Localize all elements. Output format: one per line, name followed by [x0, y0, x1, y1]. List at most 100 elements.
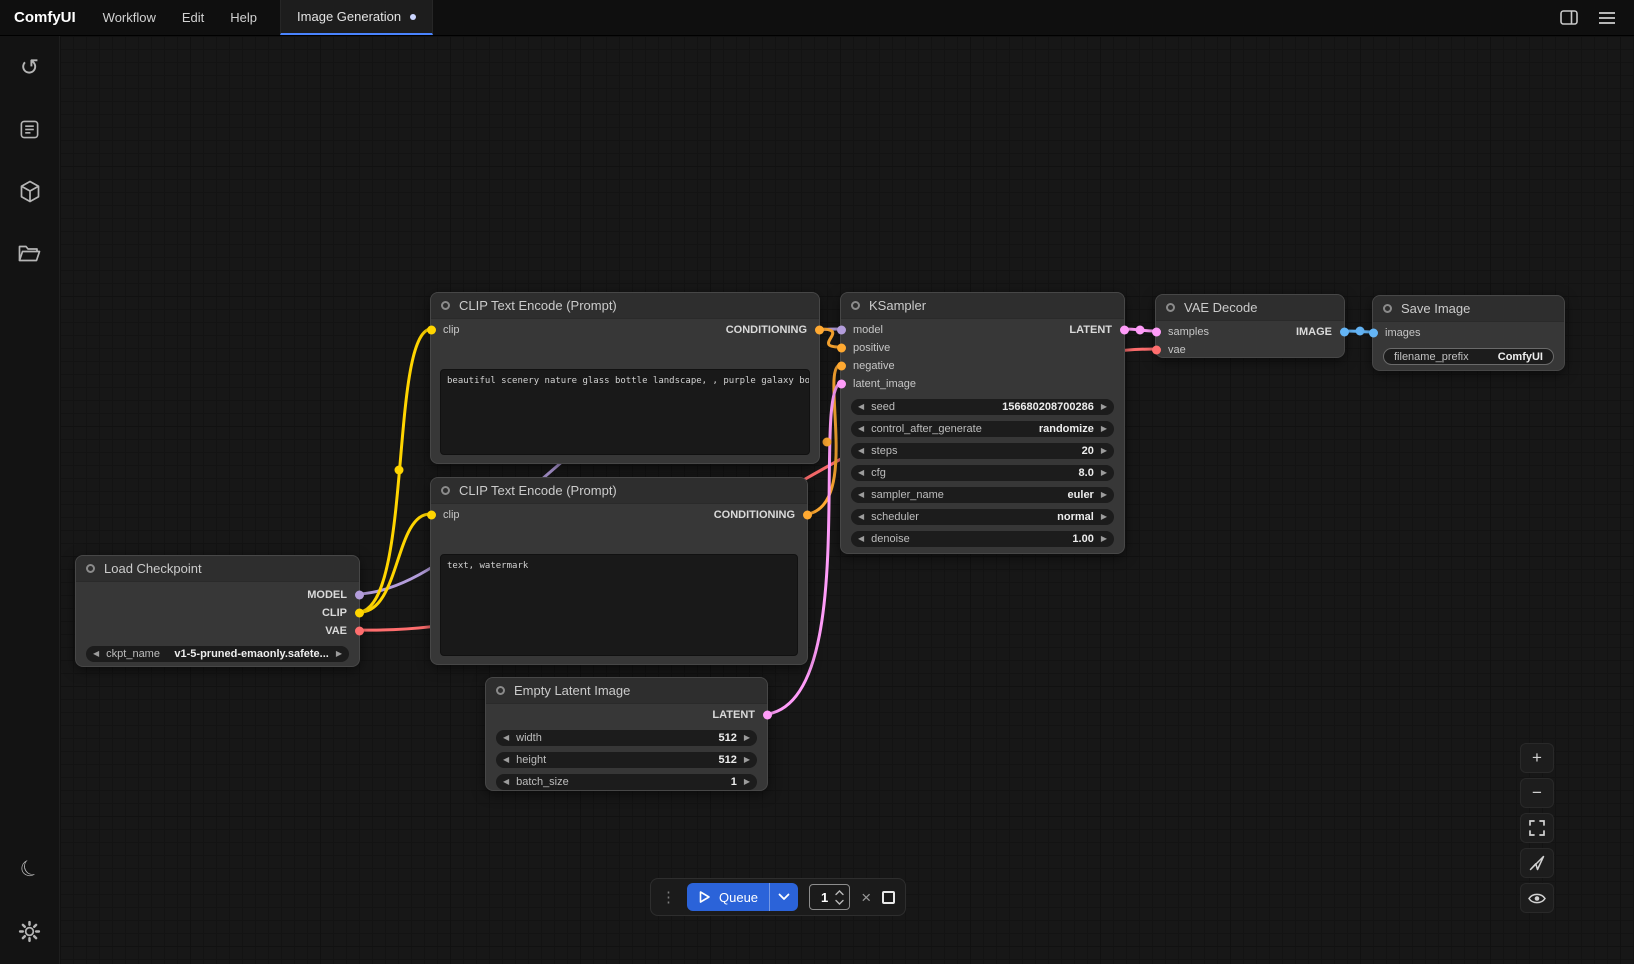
widget-next-icon[interactable]: ▶: [1101, 403, 1107, 411]
widget-cfg[interactable]: ◀ cfg 8.0 ▶: [851, 465, 1114, 481]
widget-prev-icon[interactable]: ◀: [503, 756, 509, 764]
widget-prev-icon[interactable]: ◀: [858, 447, 864, 455]
port-vae-output[interactable]: [355, 627, 364, 636]
widget-prev-icon[interactable]: ◀: [858, 491, 864, 499]
widget-ckpt-name[interactable]: ◀ ckpt_name v1-5-pruned-emaonly.safete..…: [86, 646, 349, 662]
node-load-checkpoint[interactable]: Load Checkpoint MODEL CLIP VAE ◀ ckpt_na…: [75, 555, 360, 667]
node-header[interactable]: CLIP Text Encode (Prompt): [431, 293, 819, 319]
queue-button[interactable]: Queue: [687, 883, 798, 911]
widget-prev-icon[interactable]: ◀: [503, 734, 509, 742]
widget-next-icon[interactable]: ▶: [336, 650, 342, 658]
port-samples-input[interactable]: [1152, 328, 1161, 337]
port-clip-input[interactable]: [427, 511, 436, 520]
node-save-image[interactable]: Save Image images filename_prefix ComfyU…: [1372, 295, 1565, 371]
port-vae-input[interactable]: [1152, 346, 1161, 355]
collapse-dot[interactable]: [1383, 304, 1392, 313]
widget-prev-icon[interactable]: ◀: [858, 535, 864, 543]
toggle-link-visibility-button[interactable]: [1520, 883, 1554, 913]
widget-scheduler[interactable]: ◀ scheduler normal ▶: [851, 509, 1114, 525]
widget-control-after-generate[interactable]: ◀ control_after_generate randomize ▶: [851, 421, 1114, 437]
port-conditioning-output[interactable]: [815, 326, 824, 335]
port-latent-output[interactable]: [763, 711, 772, 720]
widget-prev-icon[interactable]: ◀: [858, 403, 864, 411]
node-empty-latent-image[interactable]: Empty Latent Image LATENT ◀ width 512 ▶ …: [485, 677, 768, 791]
node-header[interactable]: Save Image: [1373, 296, 1564, 322]
widget-prev-icon[interactable]: ◀: [503, 778, 509, 786]
widget-next-icon[interactable]: ▶: [1101, 491, 1107, 499]
node-graph-canvas[interactable]: Load Checkpoint MODEL CLIP VAE ◀ ckpt_na…: [60, 36, 1634, 964]
port-image-output[interactable]: [1340, 328, 1349, 337]
widget-next-icon[interactable]: ▶: [1101, 425, 1107, 433]
node-clip-text-encode-positive[interactable]: CLIP Text Encode (Prompt) clip CONDITION…: [430, 292, 820, 464]
widget-next-icon[interactable]: ▶: [1101, 447, 1107, 455]
node-header[interactable]: KSampler: [841, 293, 1124, 319]
widget-seed[interactable]: ◀ seed 156680208700286 ▶: [851, 399, 1114, 415]
stop-icon[interactable]: [882, 891, 895, 904]
port-latent-image-input[interactable]: [837, 380, 846, 389]
widget-steps[interactable]: ◀ steps 20 ▶: [851, 443, 1114, 459]
workflows-list-icon[interactable]: [17, 116, 43, 142]
widget-next-icon[interactable]: ▶: [1101, 535, 1107, 543]
port-negative-input[interactable]: [837, 362, 846, 371]
node-ksampler[interactable]: KSampler model LATENT positive negative …: [840, 292, 1125, 554]
widget-next-icon[interactable]: ▶: [744, 734, 750, 742]
zoom-in-button[interactable]: +: [1520, 743, 1554, 773]
select-mode-button[interactable]: [1520, 848, 1554, 878]
widget-prev-icon[interactable]: ◀: [858, 425, 864, 433]
collapse-dot[interactable]: [1166, 303, 1175, 312]
widget-next-icon[interactable]: ▶: [744, 756, 750, 764]
node-header[interactable]: CLIP Text Encode (Prompt): [431, 478, 807, 504]
menu-edit[interactable]: Edit: [169, 0, 217, 35]
open-workflow-folder-icon[interactable]: [17, 240, 43, 266]
widget-denoise[interactable]: ◀ denoise 1.00 ▶: [851, 531, 1114, 547]
tab-image-generation[interactable]: Image Generation: [280, 0, 433, 35]
prompt-textarea[interactable]: text, watermark: [440, 554, 798, 656]
collapse-dot[interactable]: [496, 686, 505, 695]
hamburger-menu-icon[interactable]: [1598, 11, 1616, 25]
drag-handle-icon[interactable]: ⋮: [661, 888, 676, 906]
port-model-input[interactable]: [837, 326, 846, 335]
collapse-dot[interactable]: [441, 301, 450, 310]
node-header[interactable]: VAE Decode: [1156, 295, 1344, 321]
menu-help[interactable]: Help: [217, 0, 270, 35]
model-library-icon[interactable]: [17, 178, 43, 204]
collapse-dot[interactable]: [441, 486, 450, 495]
node-header[interactable]: Load Checkpoint: [76, 556, 359, 582]
widget-prev-icon[interactable]: ◀: [858, 513, 864, 521]
node-header[interactable]: Empty Latent Image: [486, 678, 767, 704]
history-icon[interactable]: ↺: [17, 54, 43, 80]
stepper-down-icon[interactable]: [835, 899, 844, 905]
batch-count-stepper[interactable]: 1: [809, 884, 850, 910]
stepper-up-icon[interactable]: [835, 890, 844, 896]
toggle-right-panel-icon[interactable]: [1560, 10, 1578, 25]
widget-next-icon[interactable]: ▶: [1101, 513, 1107, 521]
widget-next-icon[interactable]: ▶: [1101, 469, 1107, 477]
port-model-output[interactable]: [355, 591, 364, 600]
widget-height[interactable]: ◀ height 512 ▶: [496, 752, 757, 768]
queue-dropdown-chevron-icon[interactable]: [769, 883, 798, 911]
port-clip-input[interactable]: [427, 326, 436, 335]
menu-workflow[interactable]: Workflow: [90, 0, 169, 35]
collapse-dot[interactable]: [86, 564, 95, 573]
prompt-textarea[interactable]: beautiful scenery nature glass bottle la…: [440, 369, 810, 455]
fit-view-button[interactable]: [1520, 813, 1554, 843]
port-conditioning-output[interactable]: [803, 511, 812, 520]
widget-sampler-name[interactable]: ◀ sampler_name euler ▶: [851, 487, 1114, 503]
settings-gear-icon[interactable]: [17, 918, 43, 944]
widget-batch-size[interactable]: ◀ batch_size 1 ▶: [496, 774, 757, 790]
widget-next-icon[interactable]: ▶: [744, 778, 750, 786]
port-latent-output[interactable]: [1120, 326, 1129, 335]
zoom-out-button[interactable]: −: [1520, 778, 1554, 808]
theme-toggle-moon-icon[interactable]: ☾: [17, 856, 43, 882]
node-vae-decode[interactable]: VAE Decode samples IMAGE vae: [1155, 294, 1345, 358]
clear-queue-icon[interactable]: ×: [861, 889, 871, 906]
node-clip-text-encode-negative[interactable]: CLIP Text Encode (Prompt) clip CONDITION…: [430, 477, 808, 665]
port-images-input[interactable]: [1369, 329, 1378, 338]
widget-prev-icon[interactable]: ◀: [93, 650, 99, 658]
widget-width[interactable]: ◀ width 512 ▶: [496, 730, 757, 746]
port-clip-output[interactable]: [355, 609, 364, 618]
port-positive-input[interactable]: [837, 344, 846, 353]
widget-filename-prefix[interactable]: filename_prefix ComfyUI: [1383, 348, 1554, 365]
collapse-dot[interactable]: [851, 301, 860, 310]
widget-prev-icon[interactable]: ◀: [858, 469, 864, 477]
